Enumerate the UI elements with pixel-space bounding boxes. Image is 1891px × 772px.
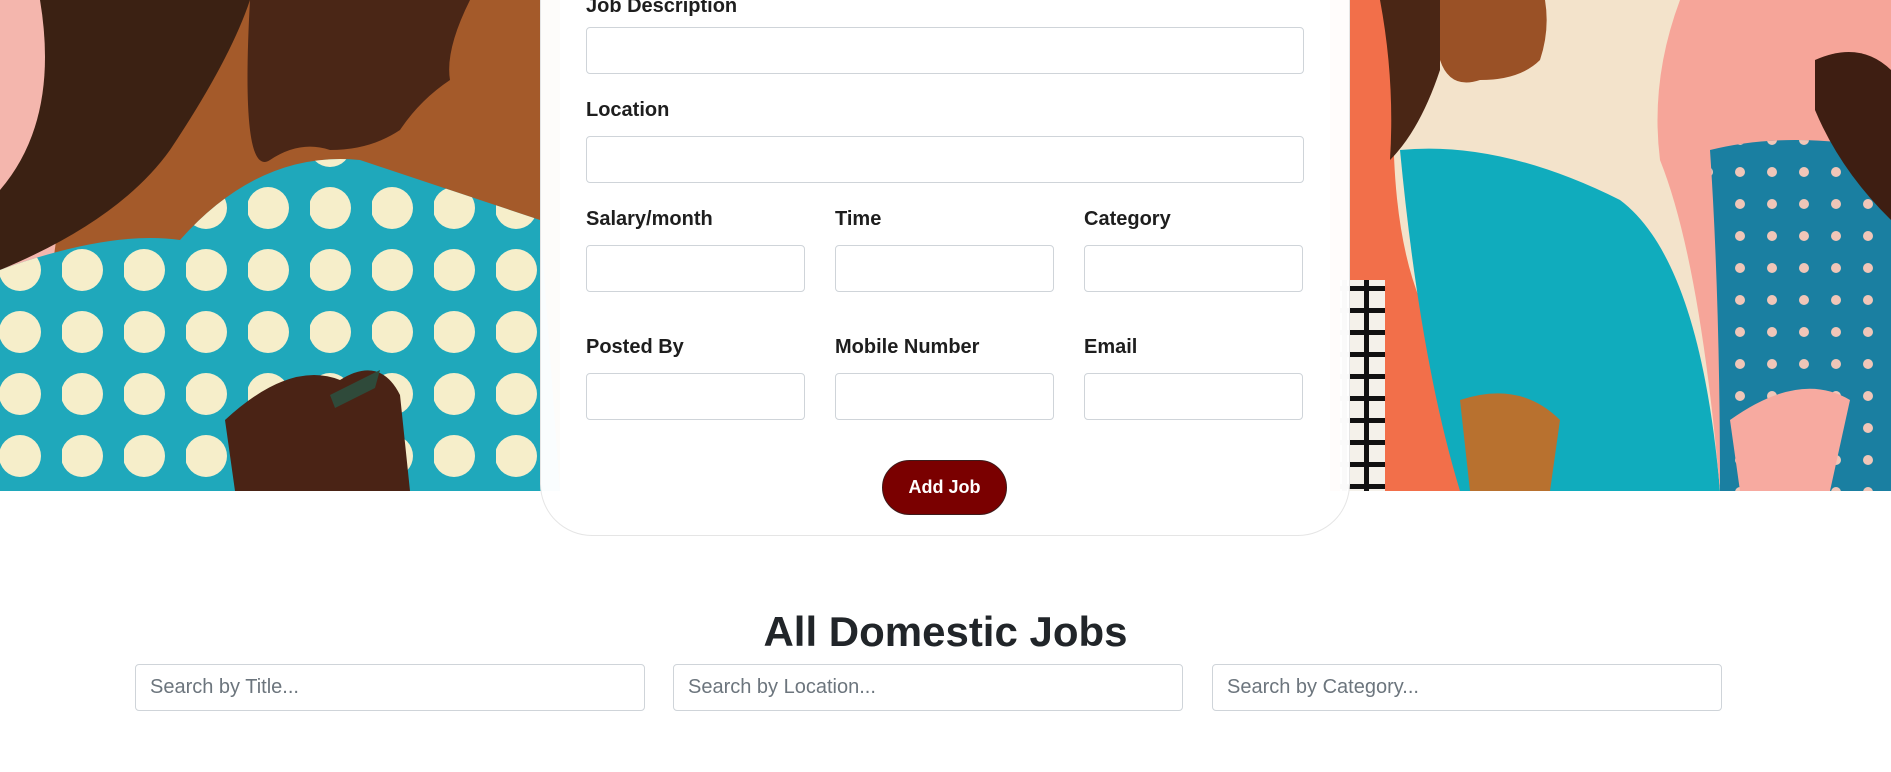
search-by-title-input[interactable] [135,664,645,711]
location-input[interactable] [586,136,1304,183]
mobile-number-input[interactable] [835,373,1054,420]
salary-label: Salary/month [586,208,713,230]
add-job-button[interactable]: Add Job [882,460,1007,515]
posted-by-label: Posted By [586,336,684,358]
job-description-input[interactable] [586,27,1304,74]
location-label: Location [586,99,670,121]
email-label: Email [1084,336,1138,358]
page: Job Description Location Salary/month Ti… [0,0,1891,772]
category-label: Category [1084,208,1171,230]
posted-by-input[interactable] [586,373,805,420]
category-input[interactable] [1084,245,1303,292]
search-by-category-input[interactable] [1212,664,1722,711]
salary-input[interactable] [586,245,805,292]
all-domestic-jobs-heading: All Domestic Jobs [763,608,1128,655]
time-input[interactable] [835,245,1054,292]
mobile-number-label: Mobile Number [835,336,980,358]
search-by-location-input[interactable] [673,664,1183,711]
job-description-label: Job Description [586,0,738,17]
email-input[interactable] [1084,373,1303,420]
time-label: Time [835,208,882,230]
